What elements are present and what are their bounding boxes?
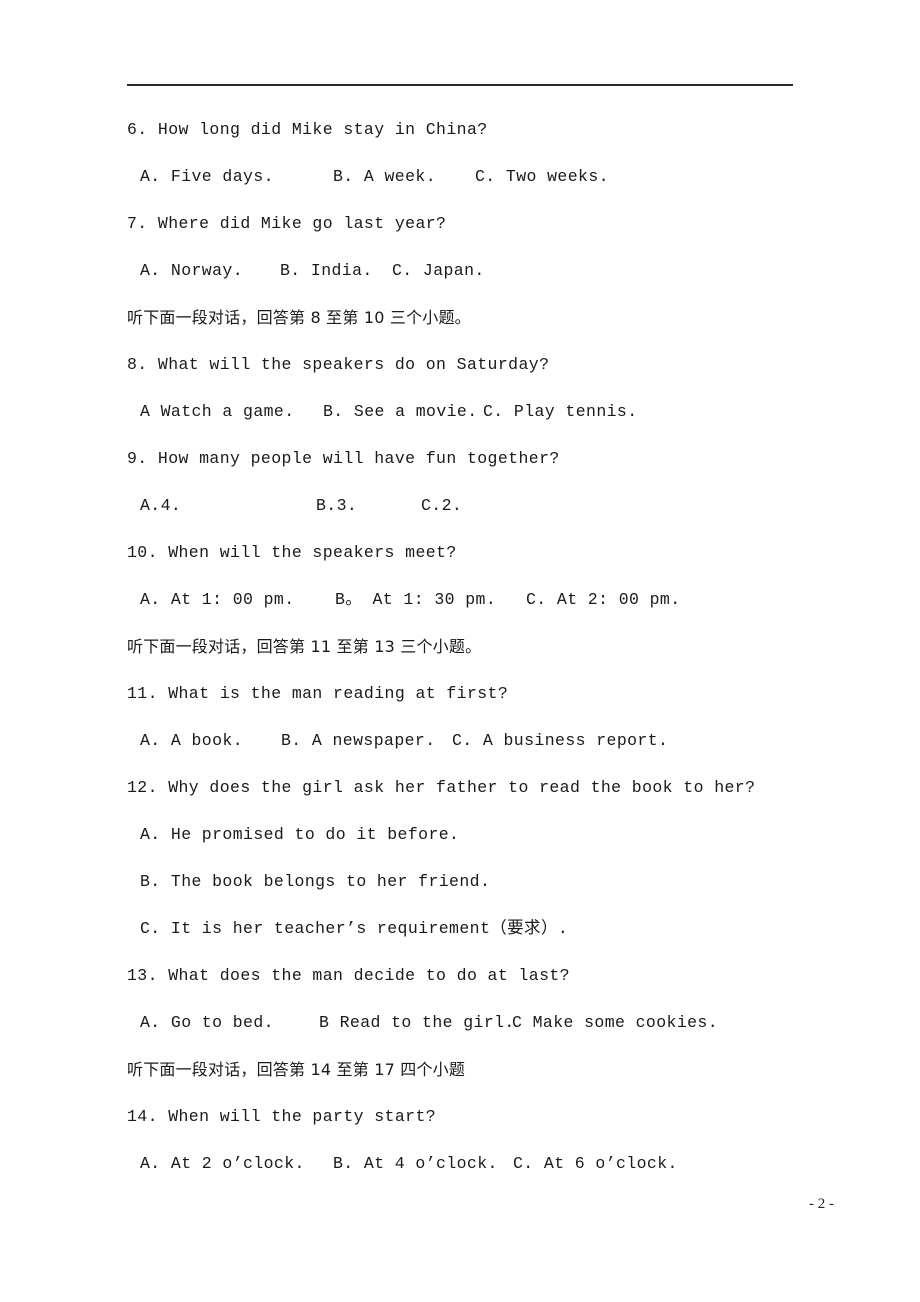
exam-page: 6. How long did Mike stay in China? A. Fi…	[0, 0, 920, 1302]
answer-option-row: A. At 2 o’clock. B. At 4 o’clock. C. At 6 …	[127, 1140, 827, 1187]
answer-option-c[interactable]: C. A business report.	[452, 717, 668, 764]
listening-instruction: 听下面一段对话，回答第 14 至第 17 四个小题	[127, 1060, 466, 1079]
answer-option[interactable]: C. It is her teacher’s requirement（要求）.	[127, 905, 827, 952]
header-divider-rule	[127, 84, 793, 86]
question-list: 6. How long did Mike stay in China? A. Fi…	[127, 106, 827, 1187]
answer-option-c[interactable]: C. Two weeks.	[475, 153, 609, 200]
answer-option-row: A.4. B.3. C.2.	[127, 482, 827, 529]
question-text: 10. When will the speakers meet?	[127, 543, 457, 562]
answer-option-row: A. A book. B. A newspaper. C. A business r…	[127, 717, 827, 764]
answer-option-a[interactable]: A. Go to bed.	[140, 999, 274, 1046]
answer-option-row: A. Go to bed. B Read to the girl. C Make s…	[127, 999, 827, 1046]
question-text: 13. What does the man decide to do at la…	[127, 966, 570, 985]
answer-option-a[interactable]: A. Five days.	[140, 153, 274, 200]
answer-option-row: A. Five days. B. A week. C. Two weeks.	[127, 153, 827, 200]
answer-option-b[interactable]: B. India.	[280, 247, 373, 294]
answer-option-c[interactable]: C. Play tennis.	[483, 388, 638, 435]
answer-option-a[interactable]: A Watch a game.	[140, 388, 295, 435]
answer-option-row: A. Norway. B. India. C. Japan.	[127, 247, 827, 294]
answer-option-b[interactable]: B。 At 1: 30 pm.	[335, 576, 496, 623]
answer-option-b[interactable]: B. A newspaper.	[281, 717, 436, 764]
question-text: 7. Where did Mike go last year?	[127, 214, 447, 233]
answer-option-b[interactable]: B. See a movie.	[323, 388, 478, 435]
answer-option-row: A. At 1: 00 pm. B。 At 1: 30 pm. C. At 2: 0…	[127, 576, 827, 623]
listening-instruction: 听下面一段对话，回答第 11 至第 13 三个小题。	[127, 637, 482, 656]
listening-instruction: 听下面一段对话，回答第 8 至第 10 三个小题。	[127, 308, 471, 327]
answer-option-a[interactable]: A. A book.	[140, 717, 243, 764]
question-text: 6. How long did Mike stay in China?	[127, 120, 488, 139]
answer-option-c[interactable]: C. Japan.	[392, 247, 485, 294]
answer-option-a[interactable]: A. At 2 o’clock.	[140, 1140, 305, 1187]
answer-option[interactable]: B. The book belongs to her friend.	[127, 858, 827, 905]
question-text: 8. What will the speakers do on Saturday…	[127, 355, 550, 374]
answer-option-b[interactable]: B Read to the girl.	[319, 999, 515, 1046]
answer-option-a[interactable]: A. Norway.	[140, 247, 243, 294]
answer-option-a[interactable]: A. At 1: 00 pm.	[140, 576, 295, 623]
answer-option-a[interactable]: A.4.	[140, 482, 181, 529]
answer-option[interactable]: A. He promised to do it before.	[127, 811, 827, 858]
answer-option-row: A Watch a game. B. See a movie. C. Play te…	[127, 388, 827, 435]
answer-option-b[interactable]: B. At 4 o’clock.	[333, 1140, 498, 1187]
question-text: 11. What is the man reading at first?	[127, 684, 509, 703]
answer-option-c[interactable]: C Make some cookies.	[512, 999, 718, 1046]
page-number: - 2 -	[809, 1196, 834, 1212]
question-text: 9. How many people will have fun togethe…	[127, 449, 560, 468]
question-text: 14. When will the party start?	[127, 1107, 437, 1126]
answer-option-c[interactable]: C. At 6 o’clock.	[513, 1140, 678, 1187]
answer-option-c[interactable]: C. At 2: 00 pm.	[526, 576, 681, 623]
answer-option-b[interactable]: B.3.	[316, 482, 357, 529]
question-text: 12. Why does the girl ask her father to …	[127, 778, 756, 797]
answer-option-c[interactable]: C.2.	[421, 482, 462, 529]
answer-option-b[interactable]: B. A week.	[333, 153, 436, 200]
